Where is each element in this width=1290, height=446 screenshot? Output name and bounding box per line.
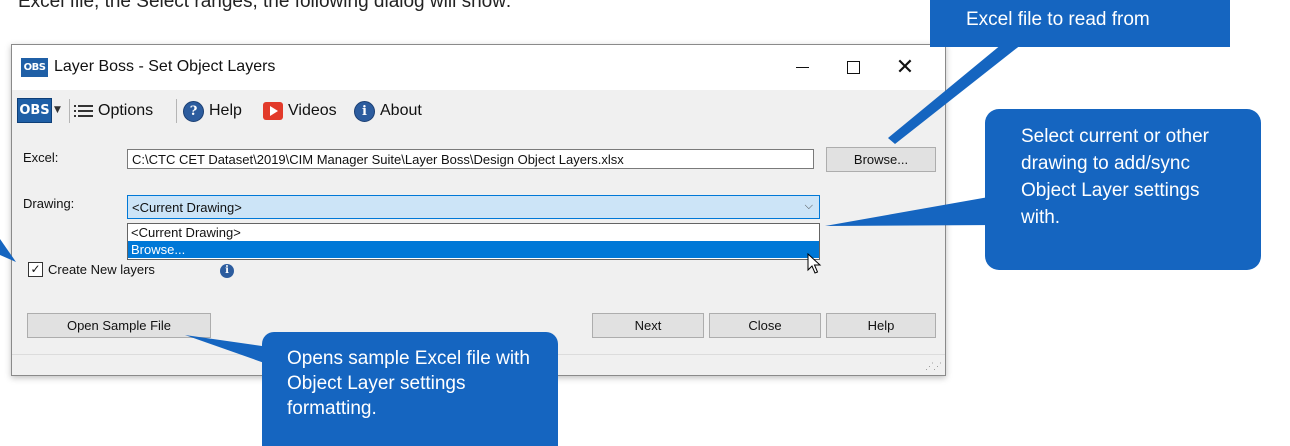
browse-button[interactable]: Browse... (826, 147, 936, 172)
dropdown-option-browse[interactable]: Browse... (128, 241, 819, 258)
next-button[interactable]: Next (592, 313, 704, 338)
app-logo-icon: OBS (21, 58, 48, 77)
close-button[interactable]: Close (709, 313, 821, 338)
help-toolbar-label: Help (209, 102, 242, 119)
title-bar: OBS Layer Boss - Set Object Layers ✕ (12, 45, 945, 90)
maximize-icon (846, 61, 860, 74)
intro-text-partial: Excel file, the Select ranges, the follo… (18, 0, 512, 12)
toolbar: OBS ▼ Options ? Help Videos i About (12, 90, 945, 130)
drawing-combobox[interactable]: <Current Drawing> ⌵ (127, 195, 820, 219)
drawing-dropdown-list: <Current Drawing> Browse... (127, 223, 820, 260)
close-window-button[interactable]: ✕ (882, 45, 928, 90)
create-new-layers-checkbox[interactable]: ✓ (28, 262, 43, 277)
drawing-selected-value: <Current Drawing> (132, 200, 242, 215)
minimize-button[interactable] (779, 45, 825, 90)
toolbar-separator (69, 99, 70, 123)
videos-button[interactable]: Videos (263, 99, 337, 123)
video-play-icon (263, 102, 283, 120)
help-icon: ? (183, 100, 204, 122)
chevron-down-icon[interactable]: ▼ (54, 105, 61, 115)
videos-label: Videos (288, 102, 337, 119)
about-button[interactable]: i About (354, 99, 422, 123)
chevron-down-icon[interactable]: ⌵ (805, 199, 813, 213)
help-toolbar-button[interactable]: ? Help (183, 99, 242, 123)
toolbar-separator (176, 99, 177, 123)
open-sample-file-button[interactable]: Open Sample File (27, 313, 211, 338)
maximize-button[interactable] (830, 45, 876, 90)
help-button[interactable]: Help (826, 313, 936, 338)
info-icon[interactable]: i (220, 264, 234, 278)
window-title: Layer Boss - Set Object Layers (54, 58, 276, 75)
close-icon: ✕ (895, 55, 915, 80)
excel-label: Excel: (23, 150, 59, 165)
excel-callout: Excel file to read from (930, 0, 1230, 47)
sample-file-callout: Opens sample Excel file with Object Laye… (262, 332, 558, 446)
info-icon: i (354, 100, 375, 122)
options-button[interactable]: Options (74, 99, 154, 123)
resize-grip-icon[interactable]: ⋰⋰ (925, 361, 942, 372)
layer-boss-dialog: OBS Layer Boss - Set Object Layers ✕ OBS… (11, 44, 946, 376)
create-new-layers-label[interactable]: Create New layers (48, 262, 155, 277)
excel-path-input[interactable]: C:\CTC CET Dataset\2019\CIM Manager Suit… (127, 149, 814, 169)
drawing-callout: Select current or other drawing to add/s… (985, 109, 1261, 270)
mouse-cursor-icon (807, 253, 822, 274)
minimize-icon (795, 67, 809, 68)
list-icon (74, 105, 93, 117)
obs-menu-button[interactable]: OBS (17, 98, 52, 123)
dropdown-option-current-drawing[interactable]: <Current Drawing> (128, 224, 819, 241)
drawing-label: Drawing: (23, 196, 75, 211)
about-label: About (380, 102, 422, 119)
options-label: Options (98, 102, 154, 119)
